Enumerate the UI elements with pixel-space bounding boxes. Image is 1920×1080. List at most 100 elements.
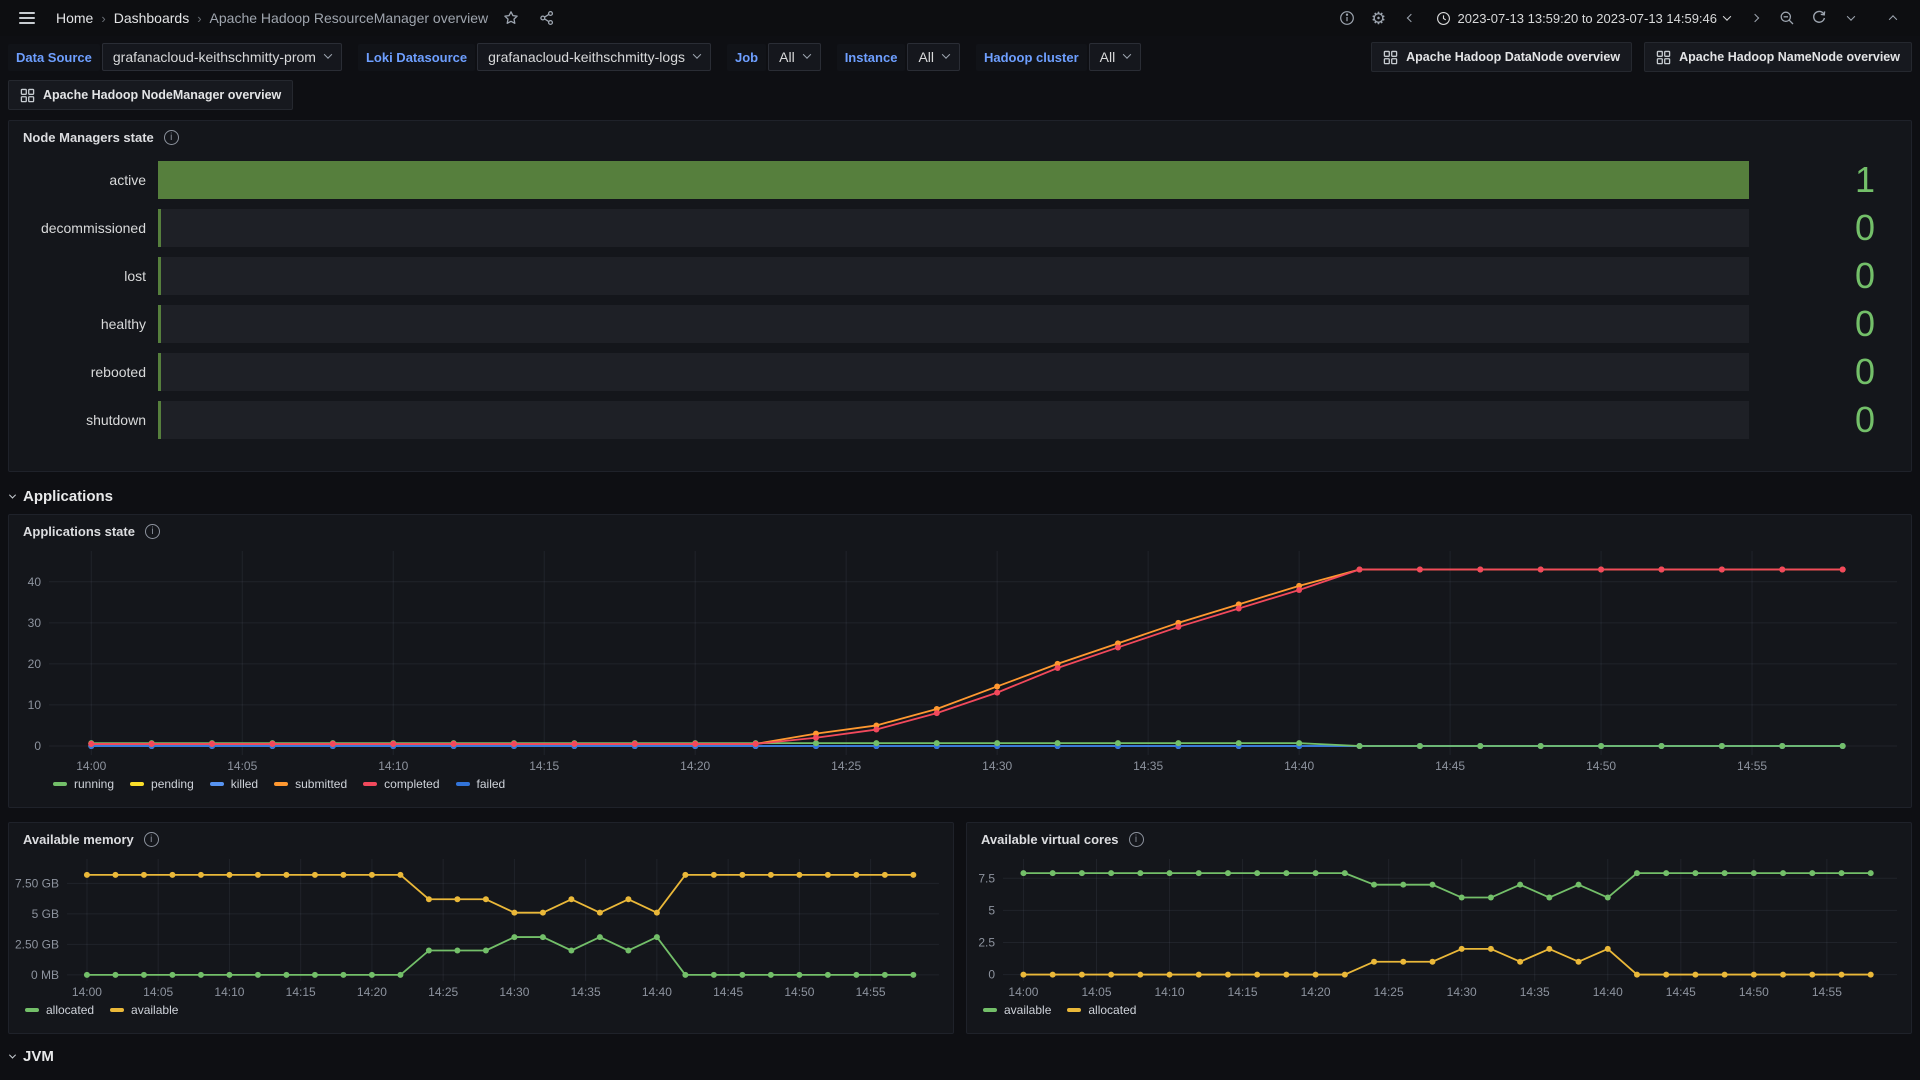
breadcrumb-dashboards[interactable]: Dashboards — [114, 10, 190, 26]
legend-item-available[interactable]: available — [110, 1003, 178, 1017]
menu-toggle-button[interactable] — [14, 5, 40, 31]
top-nav: Home › Dashboards › Apache Hadoop Resour… — [0, 0, 1920, 36]
chevron-down-icon — [9, 1051, 16, 1058]
svg-text:5: 5 — [988, 903, 995, 917]
legend-label: failed — [477, 777, 506, 791]
info-icon[interactable]: i — [164, 130, 179, 145]
svg-text:14:15: 14:15 — [1228, 985, 1258, 999]
dashboard-link-label: Apache Hadoop DataNode overview — [1406, 50, 1620, 64]
bar-gauge-label: healthy — [23, 316, 158, 332]
legend-item-completed[interactable]: completed — [363, 777, 439, 791]
legend-item-available[interactable]: available — [983, 1003, 1051, 1017]
refresh-interval-dropdown[interactable] — [1838, 5, 1864, 31]
svg-text:14:20: 14:20 — [1301, 985, 1331, 999]
svg-text:14:10: 14:10 — [1155, 985, 1185, 999]
variable-control: Data Source grafanacloud-keithschmitty-p… — [8, 43, 342, 71]
info-icon[interactable]: i — [145, 524, 160, 539]
svg-text:0: 0 — [34, 739, 41, 753]
section-header-applications[interactable]: Applications — [10, 484, 1912, 508]
panel-title[interactable]: Applications state — [23, 524, 135, 539]
bar-gauge-value: 0 — [1749, 258, 1897, 294]
legend-swatch-icon — [53, 782, 67, 786]
legend-item-pending[interactable]: pending — [130, 777, 194, 791]
dashboard-link[interactable]: Apache Hadoop DataNode overview — [1371, 42, 1632, 72]
refresh-dashboard-button[interactable] — [1806, 5, 1832, 31]
breadcrumb-separator: › — [197, 11, 201, 26]
refresh-icon — [1811, 10, 1827, 26]
variable-value-dropdown[interactable]: grafanacloud-keithschmitty-prom — [102, 43, 342, 71]
svg-text:14:50: 14:50 — [1739, 985, 1769, 999]
bar-gauge-row: rebooted 0 — [23, 353, 1897, 391]
legend-item-failed[interactable]: failed — [456, 777, 506, 791]
bar-gauge-fill — [158, 401, 161, 439]
collapse-nav-button[interactable] — [1880, 5, 1906, 31]
clock-icon — [1436, 11, 1451, 26]
dashboard-link[interactable]: Apache Hadoop NameNode overview — [1644, 42, 1912, 72]
svg-text:14:10: 14:10 — [214, 985, 244, 999]
variable-selected-value: grafanacloud-keithschmitty-logs — [488, 49, 685, 65]
variable-selected-value: All — [779, 49, 795, 65]
favorite-star-button[interactable] — [498, 5, 524, 31]
section-header-jvm[interactable]: JVM — [10, 1044, 1912, 1068]
svg-text:0: 0 — [988, 968, 995, 982]
variable-value-dropdown[interactable]: All — [1089, 43, 1142, 71]
panel-header: Available virtual cores i — [967, 823, 1911, 851]
variables-container: Data Source grafanacloud-keithschmitty-p… — [8, 43, 1141, 71]
chevron-down-icon — [693, 50, 701, 58]
available-virtual-cores-chart[interactable]: 14:0014:0514:1014:1514:2014:2514:3014:35… — [967, 851, 1911, 1001]
apps-grid-icon — [1383, 50, 1398, 65]
bar-gauge-track — [158, 353, 1749, 391]
panel-title[interactable]: Available memory — [23, 832, 134, 847]
bar-gauge-fill — [158, 209, 161, 247]
chevron-right-icon — [1751, 14, 1759, 22]
available-memory-chart[interactable]: 14:0014:0514:1014:1514:2014:2514:3014:35… — [9, 851, 953, 1001]
time-shift-forward-button[interactable] — [1742, 5, 1768, 31]
svg-text:5 GB: 5 GB — [32, 907, 59, 921]
panel-title[interactable]: Node Managers state — [23, 130, 154, 145]
bar-gauge-fill — [158, 305, 161, 343]
time-shift-back-button[interactable] — [1398, 5, 1424, 31]
svg-text:14:35: 14:35 — [571, 985, 601, 999]
breadcrumb: Home › Dashboards › Apache Hadoop Resour… — [56, 10, 488, 26]
dashboard-settings-button[interactable]: ⚙ — [1366, 5, 1392, 31]
time-range-picker[interactable]: 2023-07-13 13:59:20 to 2023-07-13 14:59:… — [1430, 7, 1737, 30]
bar-gauge-value: 0 — [1749, 210, 1897, 246]
chart-svg: 14:0014:0514:1014:1514:2014:2514:3014:35… — [9, 851, 953, 1001]
legend-label: available — [1004, 1003, 1051, 1017]
breadcrumb-home[interactable]: Home — [56, 10, 93, 26]
panel-header: Applications state i — [9, 515, 1911, 543]
panel-applications-state: Applications state i 14:0014:0514:1014:1… — [8, 514, 1912, 808]
share-dashboard-button[interactable] — [534, 5, 560, 31]
legend-item-killed[interactable]: killed — [210, 777, 258, 791]
variable-label: Instance — [837, 44, 906, 71]
legend-item-allocated[interactable]: allocated — [25, 1003, 94, 1017]
chart-legend: allocated available — [9, 1001, 953, 1023]
chevron-down-icon — [802, 50, 810, 58]
legend-label: available — [131, 1003, 178, 1017]
panel-title[interactable]: Available virtual cores — [981, 832, 1119, 847]
legend-label: submitted — [295, 777, 347, 791]
legend-item-submitted[interactable]: submitted — [274, 777, 347, 791]
legend-item-running[interactable]: running — [53, 777, 114, 791]
applications-state-chart[interactable]: 14:0014:0514:1014:1514:2014:2514:3014:35… — [9, 543, 1911, 775]
variable-value-dropdown[interactable]: grafanacloud-keithschmitty-logs — [477, 43, 711, 71]
bar-gauge-label: lost — [23, 268, 158, 284]
dashboard-insights-button[interactable] — [1334, 5, 1360, 31]
hamburger-icon — [19, 12, 35, 24]
variable-value-dropdown[interactable]: All — [768, 43, 821, 71]
apps-grid-icon — [1656, 50, 1671, 65]
legend-item-allocated[interactable]: allocated — [1067, 1003, 1136, 1017]
dashboard-link[interactable]: Apache Hadoop NodeManager overview — [8, 80, 293, 110]
bar-gauge-value: 0 — [1749, 306, 1897, 342]
zoom-out-time-button[interactable] — [1774, 5, 1800, 31]
bar-gauge-fill — [158, 353, 161, 391]
bar-gauge-row: lost 0 — [23, 257, 1897, 295]
svg-text:14:40: 14:40 — [642, 985, 672, 999]
info-icon[interactable]: i — [1129, 832, 1144, 847]
bar-gauge-label: shutdown — [23, 412, 158, 428]
variable-value-dropdown[interactable]: All — [907, 43, 960, 71]
legend-swatch-icon — [130, 782, 144, 786]
legend-label: running — [74, 777, 114, 791]
info-icon[interactable]: i — [144, 832, 159, 847]
panel-available-memory: Available memory i 14:0014:0514:1014:151… — [8, 822, 954, 1034]
